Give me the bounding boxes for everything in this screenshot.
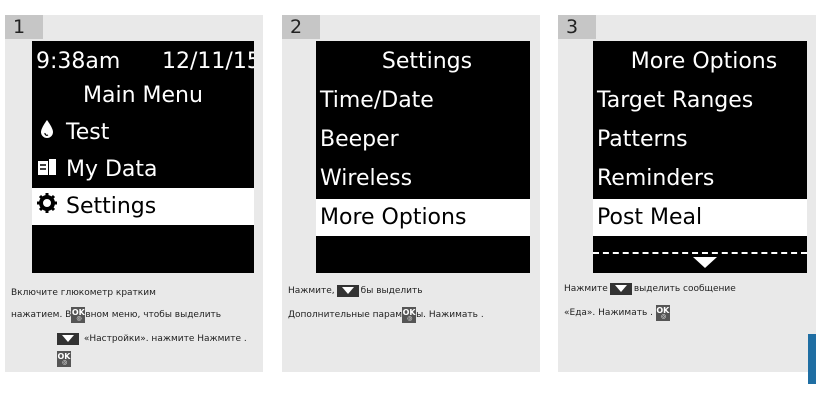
step-panel-1: 1 9:38am 12/11/15 Main Menu Test My Data… bbox=[5, 15, 263, 372]
date-readout: 12/11/15 bbox=[162, 49, 254, 74]
instruction-text: бы выделить bbox=[360, 286, 423, 296]
menu-item-my-data[interactable]: My Data bbox=[32, 151, 254, 188]
menu-item-label: Patterns bbox=[597, 127, 688, 152]
book-icon bbox=[34, 151, 60, 188]
step-number: 3 bbox=[558, 15, 596, 39]
ok-key-icon: OK bbox=[655, 304, 670, 321]
gear-icon bbox=[34, 188, 60, 225]
ok-key-icon: OK bbox=[402, 306, 417, 323]
menu-item-beeper[interactable]: Beeper bbox=[316, 121, 530, 158]
screen-title: Main Menu bbox=[83, 83, 203, 108]
scroll-divider bbox=[593, 252, 807, 254]
meter-screen: More Options Target Ranges Patterns Remi… bbox=[593, 41, 807, 273]
status-bar: 9:38am 12/11/15 bbox=[32, 43, 254, 80]
menu-item-label: Reminders bbox=[597, 166, 715, 191]
meter-screen: Settings Time/Date Beeper Wireless More … bbox=[316, 41, 530, 273]
instruction-line: OK bbox=[57, 349, 71, 369]
menu-item-test[interactable]: Test bbox=[32, 114, 254, 151]
instruction-line: «Настройки». нажмите Нажмите . bbox=[55, 329, 247, 349]
instruction-line: Включите глюкометр кратким bbox=[11, 283, 156, 303]
instruction-line: Дополнительные парамOKы. Нажимать . bbox=[288, 305, 484, 325]
menu-item-more-options[interactable]: More Options bbox=[316, 199, 530, 236]
ok-key-icon: OK bbox=[71, 306, 86, 323]
menu-item-patterns[interactable]: Patterns bbox=[593, 121, 807, 158]
instruction-text: Нажмите bbox=[564, 284, 608, 294]
menu-item-label: Test bbox=[66, 120, 110, 145]
instruction-text: Включите глюкометр кратким bbox=[11, 288, 156, 298]
step-number: 2 bbox=[282, 15, 320, 39]
instruction-line: Нажмите, бы выделить bbox=[288, 281, 423, 301]
section-tab-marker bbox=[808, 334, 816, 384]
step-panel-2: 2 Settings Time/Date Beeper Wireless Mor… bbox=[282, 15, 540, 372]
down-arrow-key-icon bbox=[57, 332, 79, 345]
instruction-text: «Настройки». нажмите Нажмите . bbox=[83, 334, 247, 344]
menu-item-label: Time/Date bbox=[320, 88, 434, 113]
time-readout: 9:38am bbox=[36, 49, 121, 74]
ok-key-icon: OK bbox=[57, 350, 71, 367]
menu-item-label: Target Ranges bbox=[597, 88, 754, 113]
down-arrow-key-icon bbox=[609, 282, 632, 295]
drop-icon bbox=[34, 114, 60, 151]
instruction-text: Дополнительные парам bbox=[288, 310, 403, 320]
instruction-text: вном меню, чтобы выделить bbox=[85, 310, 222, 320]
step-panel-3: 3 More Options Target Ranges Patterns Re… bbox=[558, 15, 816, 372]
instruction-text: нажатием. В bbox=[11, 310, 72, 320]
menu-item-label: Beeper bbox=[320, 127, 399, 152]
step-number: 1 bbox=[5, 15, 43, 39]
menu-item-reminders[interactable]: Reminders bbox=[593, 160, 807, 197]
instruction-line: Нажмите выделить сообщение bbox=[564, 279, 736, 299]
menu-item-post-meal[interactable]: Post Meal bbox=[593, 199, 807, 236]
menu-item-label: My Data bbox=[66, 157, 158, 182]
menu-item-wireless[interactable]: Wireless bbox=[316, 160, 530, 197]
menu-item-label: Wireless bbox=[320, 166, 413, 191]
instruction-line: нажатием. ВOKвном меню, чтобы выделить bbox=[11, 305, 221, 325]
instruction-text: «Еда». Нажимать . bbox=[564, 308, 653, 318]
menu-item-label: Settings bbox=[66, 194, 157, 219]
instruction-text: выделить сообщение bbox=[633, 284, 736, 294]
scroll-down-icon[interactable] bbox=[693, 257, 717, 268]
meter-screen: 9:38am 12/11/15 Main Menu Test My Data S… bbox=[32, 41, 254, 273]
menu-item-label: Post Meal bbox=[597, 205, 703, 230]
screen-title: Settings bbox=[381, 49, 473, 74]
menu-item-target-ranges[interactable]: Target Ranges bbox=[593, 82, 807, 119]
instruction-line: «Еда». Нажимать . OK bbox=[564, 303, 670, 323]
menu-item-label: More Options bbox=[320, 205, 467, 230]
instruction-text: ы. Нажимать . bbox=[416, 310, 484, 320]
menu-item-settings[interactable]: Settings bbox=[32, 188, 254, 225]
menu-item-time-date[interactable]: Time/Date bbox=[316, 82, 530, 119]
screen-title: More Options bbox=[630, 49, 778, 74]
down-arrow-key-icon bbox=[336, 284, 359, 297]
instruction-text: Нажмите, bbox=[288, 286, 335, 296]
